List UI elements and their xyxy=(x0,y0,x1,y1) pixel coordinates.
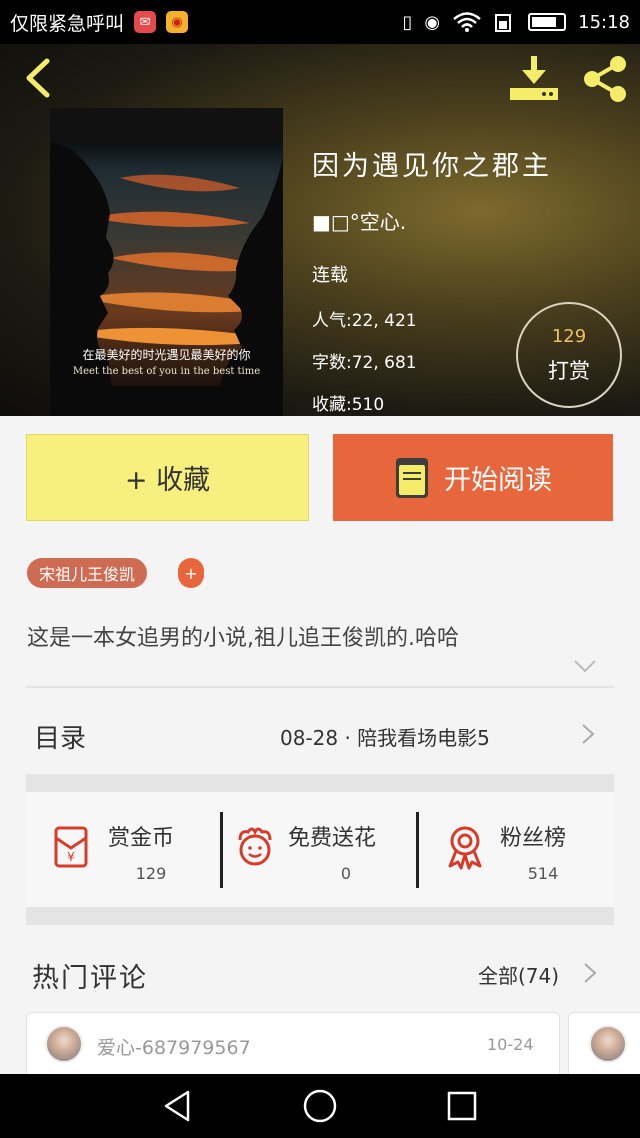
latest-chapter: 08-28 · 陪我看场电影5 xyxy=(280,726,490,750)
flower-icon xyxy=(238,827,272,866)
weibo-app-icon: ◉ xyxy=(166,11,189,33)
medal-icon xyxy=(448,826,482,870)
share-button[interactable] xyxy=(580,54,630,104)
cover-caption-cn: 在最美好的时光遇见最美好的你 xyxy=(82,348,251,362)
nav-home-icon[interactable] xyxy=(302,1088,338,1124)
favorites-stat: 收藏:510 xyxy=(312,395,385,415)
gold-coins-count: 129 xyxy=(135,864,167,883)
popularity-stat: 人气:22, 421 xyxy=(312,311,417,331)
comment-card[interactable] xyxy=(568,1012,640,1082)
comment-date: 10-24 xyxy=(487,1035,534,1054)
send-flowers-item[interactable]: 免费送花 0 xyxy=(224,792,416,907)
reward-label: 打赏 xyxy=(548,358,590,383)
nav-back-icon[interactable] xyxy=(160,1088,196,1124)
start-reading-button[interactable]: 开始阅读 xyxy=(333,434,613,521)
signal-icon xyxy=(495,14,512,32)
book-title: 因为遇见你之郡主 xyxy=(312,151,552,182)
section-gap xyxy=(26,907,614,925)
nav-recents-icon[interactable] xyxy=(444,1088,480,1124)
fan-ranking-count: 514 xyxy=(527,864,559,883)
toc-label: 目录 xyxy=(34,724,87,754)
vibrate-icon: ▯ xyxy=(402,11,413,33)
carrier-text: 仅限紧急呼叫 xyxy=(10,12,125,35)
gold-coins-label: 赏金币 xyxy=(108,826,175,851)
stats-separator xyxy=(416,812,419,888)
hot-comments-title: 热门评论 xyxy=(32,963,148,994)
comment-card[interactable]: 爱心-687979567 10-24 xyxy=(26,1012,560,1082)
book-cover[interactable]: 在最美好的时光遇见最美好的你 Meet the best of you in t… xyxy=(50,108,283,416)
battery-icon xyxy=(528,13,567,31)
tag-chip[interactable]: 宋祖儿王俊凯 xyxy=(27,558,148,588)
book-header: 在最美好的时光遇见最美好的你 Meet the best of you in t… xyxy=(0,44,640,416)
section-gap xyxy=(26,774,614,792)
mail-app-icon: ✉ xyxy=(134,11,157,33)
table-of-contents-row[interactable]: 目录 08-28 · 陪我看场电影5 xyxy=(0,690,640,774)
fan-ranking-item[interactable]: 粉丝榜 514 xyxy=(420,792,614,907)
divider xyxy=(26,686,614,688)
back-button[interactable] xyxy=(18,58,58,98)
system-navigation-bar xyxy=(0,1074,640,1138)
collect-button[interactable]: + 收藏 xyxy=(26,434,309,521)
book-status: 连载 xyxy=(312,265,348,286)
share-icon xyxy=(584,56,626,102)
fan-ranking-label: 粉丝榜 xyxy=(500,826,567,851)
chevron-right-icon xyxy=(582,724,595,744)
fan-stats-row: ¥ 赏金币 129 免费送花 0 粉丝榜 514 xyxy=(26,792,614,907)
cover-caption-en: Meet the best of you in the best time xyxy=(72,366,261,377)
book-icon xyxy=(396,457,428,498)
clock-text: 15:18 xyxy=(578,11,630,33)
send-flowers-count: 0 xyxy=(340,864,352,883)
stats-separator xyxy=(220,812,223,888)
see-all-comments-link[interactable]: 全部(74) xyxy=(478,960,559,989)
avatar[interactable] xyxy=(589,1025,627,1063)
expand-chevron-icon[interactable] xyxy=(572,656,598,676)
add-tag-button[interactable]: + xyxy=(178,558,204,588)
download-button[interactable] xyxy=(508,54,560,102)
status-right: ▯ ◉ 15:18 xyxy=(403,11,631,33)
comment-username[interactable]: 爱心-687979567 xyxy=(97,1033,251,1060)
book-detail-page: 仅限紧急呼叫 ✉ ◉ ▯ ◉ 15:18 在最美好的时光遇见最美好的你 Meet… xyxy=(0,0,640,1138)
back-arrow-icon xyxy=(26,58,50,98)
start-reading-label: 开始阅读 xyxy=(444,465,552,496)
download-icon xyxy=(510,56,558,100)
wifi-icon xyxy=(453,12,481,32)
reward-button[interactable]: 129 打赏 xyxy=(516,302,622,408)
gold-coins-item[interactable]: ¥ 赏金币 129 xyxy=(26,792,222,907)
book-description: 这是一本女追男的小说,祖儿追王俊凯的.哈哈 xyxy=(27,626,459,651)
status-left: 仅限紧急呼叫 ✉ ◉ xyxy=(10,9,189,36)
svg-text:¥: ¥ xyxy=(67,850,75,864)
status-bar: 仅限紧急呼叫 ✉ ◉ ▯ ◉ 15:18 xyxy=(0,0,640,44)
chevron-right-icon[interactable] xyxy=(582,962,598,984)
send-flowers-label: 免费送花 xyxy=(288,826,377,851)
word-count-stat: 字数:72, 681 xyxy=(312,353,417,373)
book-author[interactable]: ■□°空心. xyxy=(312,206,406,235)
red-envelope-icon: ¥ xyxy=(54,826,88,868)
eye-icon: ◉ xyxy=(424,11,441,33)
avatar[interactable] xyxy=(45,1025,83,1063)
reward-count: 129 xyxy=(551,325,587,347)
